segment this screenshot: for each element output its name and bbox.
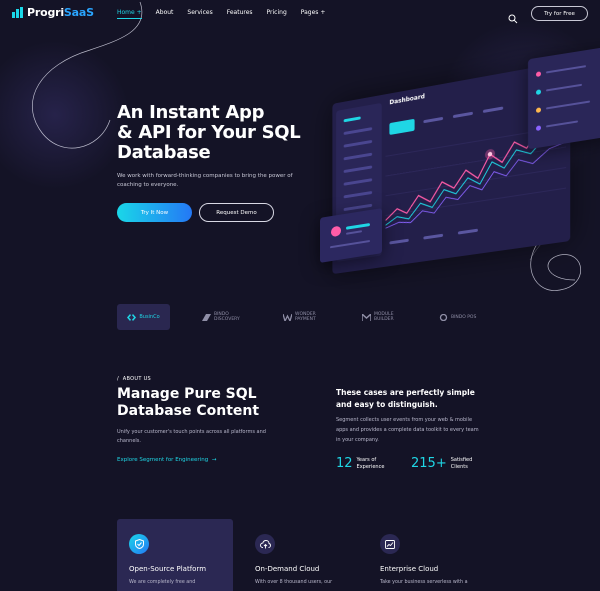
hero-title-line: Database bbox=[117, 142, 211, 163]
logo-text-part2: SaaS bbox=[63, 6, 94, 19]
about-right-body: Segment collects user events from your w… bbox=[336, 417, 479, 443]
bindo-discovery-icon bbox=[202, 313, 211, 321]
logo-text-part1: Progri bbox=[27, 6, 64, 19]
brand-label: BUILDER bbox=[374, 317, 394, 322]
cloud-icon bbox=[255, 534, 275, 554]
top-nav: ProgriSaaS Home + About Services Feature… bbox=[0, 0, 600, 28]
feature-title: On-Demand Cloud bbox=[255, 565, 320, 573]
search-icon[interactable] bbox=[508, 9, 518, 24]
brand-logos: BusinCo BINDO DISCOVERY WONDER PAYMENT MOD… bbox=[117, 304, 487, 330]
logo[interactable]: ProgriSaaS bbox=[12, 6, 94, 19]
about-title-line: Database Content bbox=[117, 403, 260, 419]
hero-subtitle: We work with forward-thinking companies … bbox=[117, 173, 293, 188]
feature-desc: With over 8 thousand users, our bbox=[255, 580, 333, 585]
brand-logo-bindo-discovery[interactable]: BINDO DISCOVERY bbox=[202, 304, 240, 330]
shield-icon bbox=[129, 534, 149, 554]
wonder-payment-icon bbox=[283, 313, 292, 321]
brand-logo-module-builder[interactable]: MODULE BUILDER bbox=[362, 304, 394, 330]
businco-icon bbox=[127, 313, 137, 321]
stat-label-line: Experience bbox=[356, 463, 385, 470]
stat-value: 215+ bbox=[411, 456, 447, 471]
feature-title: Enterprise Cloud bbox=[380, 565, 439, 573]
brand-label: BusinCo bbox=[139, 313, 160, 320]
brand-label: DISCOVERY bbox=[214, 317, 240, 322]
try-for-free-button[interactable]: Try for Free bbox=[531, 6, 588, 21]
stat-label-line: Clients bbox=[450, 463, 468, 470]
logo-text: ProgriSaaS bbox=[27, 6, 94, 19]
nav-item-about[interactable]: About bbox=[156, 9, 174, 16]
stat-label-line: Satisfied bbox=[450, 456, 473, 463]
stat-label: Years of Experience bbox=[357, 457, 385, 471]
dashboard-floating-card bbox=[528, 46, 600, 150]
background-glow-left bbox=[0, 40, 130, 190]
stat-years: 12 Years of Experience bbox=[336, 456, 384, 471]
feature-desc: We are completely free and bbox=[129, 580, 196, 585]
hero-title: An Instant App & API for Your SQL Databa… bbox=[117, 103, 317, 163]
request-demo-button[interactable]: Request Demo bbox=[199, 203, 274, 222]
brand-label: BINDO POS bbox=[451, 314, 477, 320]
dashboard-title: Dashboard bbox=[389, 93, 425, 107]
feature-desc: Take your business serverless with a bbox=[380, 580, 468, 585]
explore-segment-link[interactable]: Explore Segment for Engineering → bbox=[117, 457, 216, 463]
arrow-right-icon: → bbox=[211, 457, 217, 463]
nav-item-pricing[interactable]: Pricing bbox=[267, 9, 287, 16]
explore-link-label: Explore Segment for Engineering bbox=[117, 457, 209, 463]
brand-logo-wonder-payment[interactable]: WONDER PAYMENT bbox=[283, 304, 316, 330]
brand-label: PAYMENT bbox=[295, 317, 316, 322]
stat-label-line: Years of bbox=[356, 456, 377, 463]
about-title: Manage Pure SQL Database Content bbox=[117, 386, 297, 420]
about-right-heading: These cases are perfectly simple and eas… bbox=[336, 388, 475, 409]
stat-clients: 215+ Satisfied Clients bbox=[411, 456, 472, 471]
feature-title: Open-Source Platform bbox=[129, 565, 207, 573]
hero-title-line: An Instant App bbox=[117, 102, 265, 123]
about-title-line: Manage Pure SQL bbox=[117, 386, 257, 402]
nav-item-pages[interactable]: Pages + bbox=[301, 9, 326, 16]
about-eyebrow-label: ABOUT US bbox=[122, 376, 152, 382]
stat-value: 12 bbox=[336, 456, 353, 471]
dashboard-highlight-card bbox=[389, 118, 415, 135]
nav-item-services[interactable]: Services bbox=[187, 9, 212, 16]
module-builder-icon bbox=[362, 313, 371, 321]
try-it-now-button[interactable]: Try It Now bbox=[117, 203, 192, 222]
feature-card-enterprise-cloud[interactable]: Enterprise Cloud Take your business serv… bbox=[368, 519, 484, 591]
main-menu: Home + About Services Features Pricing P… bbox=[117, 9, 339, 19]
bindo-pos-icon bbox=[439, 313, 448, 321]
nav-item-features[interactable]: Features bbox=[227, 9, 253, 16]
about-eyebrow: / ABOUT US bbox=[117, 376, 152, 382]
feature-card-open-source[interactable]: Open-Source Platform We are completely f… bbox=[117, 519, 233, 591]
nav-item-home[interactable]: Home + bbox=[117, 9, 142, 19]
chart-icon bbox=[380, 534, 400, 554]
brand-logo-businco[interactable]: BusinCo bbox=[117, 304, 170, 330]
logo-icon bbox=[12, 7, 23, 18]
stat-label: Satisfied Clients bbox=[451, 457, 473, 471]
about-subtitle: Unify your customer's touch points acros… bbox=[117, 429, 266, 444]
page: ProgriSaaS Home + About Services Feature… bbox=[0, 0, 600, 591]
dashboard-mockup: Dashboard bbox=[318, 46, 600, 275]
feature-card-on-demand-cloud[interactable]: On-Demand Cloud With over 8 thousand use… bbox=[243, 519, 359, 591]
hero-title-line: & API for Your SQL bbox=[117, 122, 301, 143]
brand-logo-bindo-pos[interactable]: BINDO POS bbox=[439, 304, 476, 330]
